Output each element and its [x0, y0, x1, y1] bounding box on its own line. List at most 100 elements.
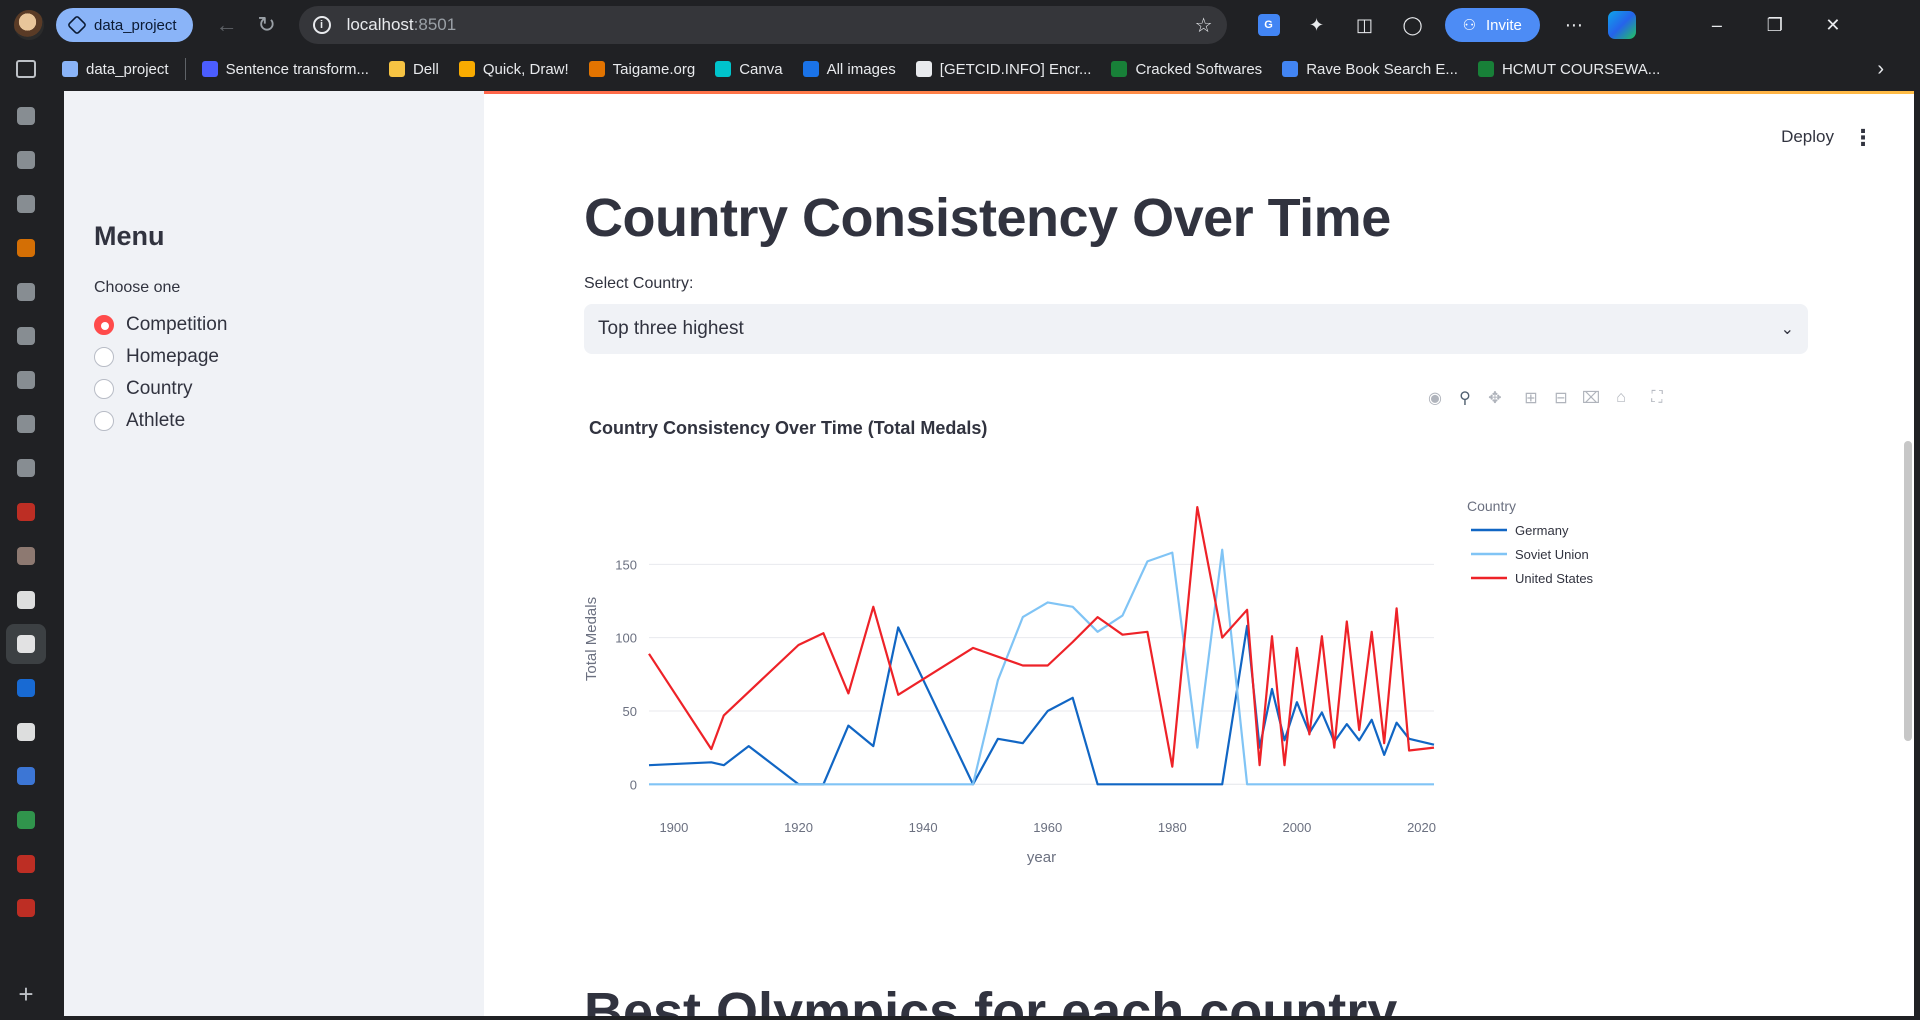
bookmark-item[interactable]: [GETCID.INFO] Encr... — [906, 61, 1102, 78]
page-scrollbar[interactable] — [1904, 441, 1912, 741]
bookmark-item[interactable]: HCMUT COURSEWA... — [1468, 61, 1670, 78]
tab-favicon-icon — [17, 899, 35, 917]
bookmark-item[interactable]: Sentence transform... — [192, 61, 379, 78]
tab-favicon-icon — [17, 283, 35, 301]
tab-favicon-icon — [17, 591, 35, 609]
radio-button-icon[interactable] — [94, 411, 114, 431]
tab-favicon-icon — [17, 239, 35, 257]
minimize-icon[interactable]: – — [1688, 5, 1746, 45]
pan-icon[interactable]: ✥ — [1484, 387, 1506, 409]
vertical-tab-item[interactable] — [6, 184, 46, 224]
radio-button-icon[interactable] — [94, 379, 114, 399]
vertical-tab-item[interactable] — [6, 756, 46, 796]
main-content: Deploy ⋮ Country Consistency Over Time S… — [484, 91, 1914, 1016]
vertical-tab-item[interactable] — [6, 228, 46, 268]
vertical-tab-item[interactable] — [6, 448, 46, 488]
vertical-tab-item[interactable] — [6, 580, 46, 620]
vertical-tab-item[interactable] — [6, 668, 46, 708]
radio-group: Competition Homepage Country Athlete — [94, 309, 227, 437]
zoom-out-icon[interactable]: ⊟ — [1550, 387, 1572, 409]
translate-button[interactable]: G — [1249, 5, 1289, 45]
radio-option-athlete[interactable]: Athlete — [94, 405, 227, 437]
radio-button-icon[interactable] — [94, 347, 114, 367]
autoscale-icon[interactable]: ⌧ — [1580, 387, 1602, 409]
bookmark-item[interactable]: All images — [793, 61, 906, 78]
bookmark-star-icon[interactable]: ☆ — [1195, 13, 1213, 38]
vertical-tab-item[interactable] — [6, 712, 46, 752]
deploy-button[interactable]: Deploy — [1781, 127, 1834, 147]
vertical-tab-item[interactable] — [6, 844, 46, 884]
profile-avatar[interactable] — [14, 10, 44, 40]
radio-option-label: Homepage — [126, 346, 219, 367]
bookmark-favicon-icon — [1282, 61, 1299, 77]
url-port: :8501 — [413, 15, 457, 34]
radio-group-label: Choose one — [94, 279, 181, 296]
fullscreen-icon[interactable]: ⛶ — [1646, 387, 1668, 409]
chart-modebar: ◉ ⚲ ✥ ⊞ ⊟ ⌧ ⌂ ⛶ — [1424, 387, 1668, 409]
back-arrow-icon[interactable]: ← — [207, 5, 247, 45]
x-tick-label: 1900 — [659, 820, 688, 835]
bookmark-item[interactable]: Canva — [705, 61, 792, 78]
section-heading: Best Olympics for each country — [584, 982, 1398, 1016]
more-options-icon[interactable]: ⋯ — [1554, 5, 1594, 45]
bookmark-label: Taigame.org — [612, 60, 696, 78]
page-title: Country Consistency Over Time — [584, 188, 1391, 248]
address-bar[interactable]: i localhost:8501 ☆ — [298, 6, 1227, 44]
vertical-tab-item[interactable] — [6, 492, 46, 532]
reload-icon[interactable]: ↻ — [247, 5, 287, 45]
zoom-in-icon[interactable]: ⊞ — [1520, 387, 1542, 409]
zoom-icon[interactable]: ⚲ — [1454, 387, 1476, 409]
bookmark-label: Quick, Draw! — [482, 60, 569, 78]
radio-option-label: Country — [126, 378, 193, 399]
vertical-tab-item[interactable] — [6, 140, 46, 180]
chevron-down-icon: ⌄ — [1780, 321, 1794, 338]
bookmark-item[interactable]: Rave Book Search E... — [1272, 61, 1468, 78]
legend-title: Country — [1467, 498, 1516, 514]
restore-icon[interactable]: ❐ — [1746, 5, 1804, 45]
invite-label: Invite — [1486, 16, 1522, 34]
bookmark-item[interactable]: Cracked Softwares — [1101, 61, 1272, 78]
tab-favicon-icon — [17, 767, 35, 785]
vertical-tab-item[interactable] — [6, 536, 46, 576]
y-tick-label: 0 — [630, 777, 637, 792]
close-icon[interactable]: ✕ — [1804, 5, 1862, 45]
country-select[interactable]: Top three highest ⌄ — [584, 304, 1808, 354]
reset-axes-home-icon[interactable]: ⌂ — [1610, 387, 1632, 409]
workspace-tab-label: data_project — [94, 16, 177, 34]
radio-option-homepage[interactable]: Homepage — [94, 341, 227, 373]
radio-option-competition[interactable]: Competition — [94, 309, 227, 341]
vertical-tab-item[interactable] — [6, 272, 46, 312]
new-tab-plus-icon[interactable]: + — [18, 979, 33, 1010]
chat-icon[interactable]: ◯ — [1393, 5, 1433, 45]
bookmark-item[interactable]: data_project — [52, 61, 179, 78]
workspace-tab[interactable]: data_project — [56, 8, 193, 42]
copilot-icon[interactable] — [1607, 11, 1636, 39]
vertical-tab-item[interactable] — [6, 800, 46, 840]
bookmark-item[interactable]: Dell — [379, 61, 449, 78]
chevron-right-icon[interactable]: › — [1877, 58, 1884, 81]
browser-titlebar: data_project ← ↻ i localhost:8501 ☆ G ✦ … — [0, 0, 1920, 50]
workspace-cube-icon — [66, 14, 88, 36]
vertical-tab-item[interactable] — [6, 404, 46, 444]
vertical-tab-item[interactable] — [6, 888, 46, 928]
radio-option-country[interactable]: Country — [94, 373, 227, 405]
vertical-tab-item[interactable] — [6, 360, 46, 400]
tab-favicon-icon — [17, 503, 35, 521]
x-tick-label: 1960 — [1033, 820, 1062, 835]
tab-actions-icon[interactable] — [16, 60, 36, 78]
vertical-tab-item[interactable] — [6, 316, 46, 356]
invite-button[interactable]: ⚇ Invite — [1444, 8, 1540, 42]
vertical-tab-item[interactable] — [6, 624, 46, 664]
x-axis-label: year — [1027, 849, 1056, 866]
tab-favicon-icon — [17, 415, 35, 433]
camera-icon[interactable]: ◉ — [1424, 387, 1446, 409]
bookmark-item[interactable]: Taigame.org — [579, 61, 706, 78]
radio-button-icon[interactable] — [94, 315, 114, 335]
bookmark-item[interactable]: Quick, Draw! — [449, 61, 579, 78]
split-screen-icon[interactable]: ◫ — [1345, 5, 1385, 45]
bookmark-favicon-icon — [62, 61, 78, 77]
main-menu-kebab-icon[interactable]: ⋮ — [1852, 125, 1874, 151]
extensions-icon[interactable]: ✦ — [1297, 5, 1337, 45]
site-info-icon[interactable]: i — [312, 16, 331, 34]
vertical-tab-item[interactable] — [6, 96, 46, 136]
